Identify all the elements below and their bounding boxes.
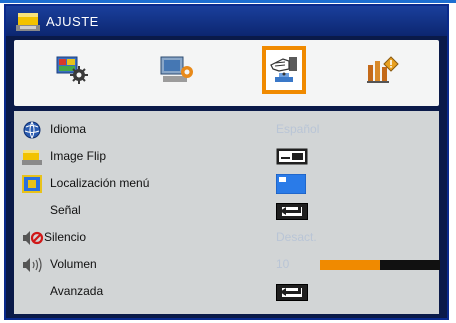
tab-setup[interactable] (262, 46, 306, 94)
tab-options[interactable] (359, 47, 405, 93)
enter-button[interactable] (276, 203, 308, 220)
row-label: Avanzada (50, 284, 104, 298)
display-settings-icon (56, 56, 88, 84)
mute-icon (22, 229, 44, 247)
row-advanced[interactable]: Avanzada (14, 279, 439, 305)
projector-icon (16, 10, 40, 32)
projector-icon (22, 148, 42, 166)
osd-menu: AJUSTE Idioma Español Image Flip Localiz… (4, 4, 449, 320)
options-info-icon (367, 56, 399, 83)
page-title: AJUSTE (46, 13, 99, 29)
row-label: Image Flip (50, 149, 107, 163)
enter-arrow-icon (280, 286, 301, 296)
row-label: Silencio (44, 230, 87, 244)
tab-bar (14, 40, 439, 106)
flip-icon[interactable] (276, 148, 308, 170)
tab-display[interactable] (154, 47, 200, 93)
row-label: Volumen (50, 257, 97, 271)
top-accent-strip (0, 0, 456, 3)
row-image-flip[interactable]: Image Flip (14, 144, 439, 170)
row-mute[interactable]: Silencio Desact. (14, 225, 439, 251)
speaker-icon (22, 256, 42, 274)
menu-location-icon (22, 175, 42, 193)
row-volume[interactable]: Volumen 10 (14, 252, 440, 278)
row-language[interactable]: Idioma Español (14, 117, 439, 143)
title-bar: AJUSTE (6, 6, 447, 36)
enter-button[interactable] (276, 284, 308, 301)
settings-list: Idioma Español Image Flip Localización m… (14, 111, 440, 314)
enter-arrow-icon (280, 205, 301, 215)
language-value: Español (276, 122, 320, 136)
row-label: Señal (50, 203, 81, 217)
row-menu-location[interactable]: Localización menú (14, 171, 439, 197)
row-label: Idioma (50, 122, 87, 136)
mute-value: Desact. (276, 230, 317, 244)
tab-image[interactable] (49, 47, 95, 93)
row-signal[interactable]: Señal (14, 198, 439, 224)
globe-icon (22, 121, 42, 139)
volume-slider-fill (320, 260, 380, 270)
menu-position-icon[interactable] (275, 173, 307, 199)
screen-settings-icon (160, 56, 193, 82)
row-label: Localización menú (50, 176, 150, 190)
volume-slider[interactable] (320, 260, 440, 270)
setup-hand-icon (270, 57, 297, 82)
volume-value: 10 (276, 257, 290, 271)
